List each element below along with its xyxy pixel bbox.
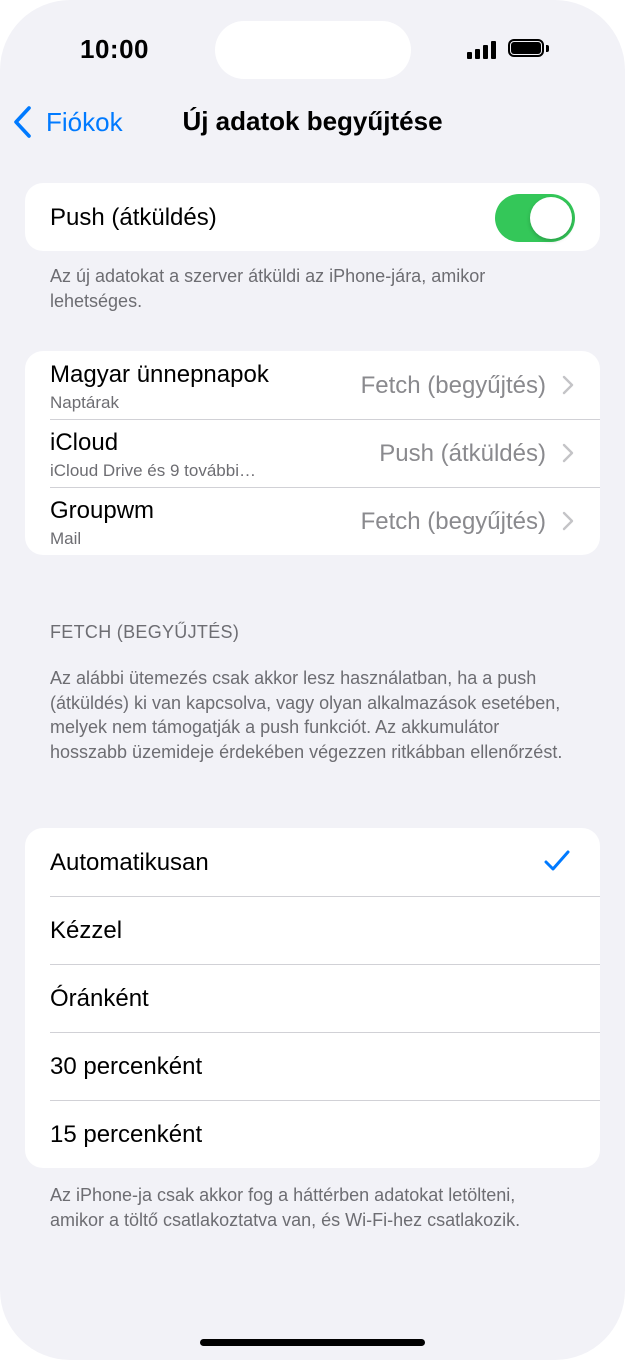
- fetch-option-label: Automatikusan: [50, 849, 209, 876]
- account-fetch-mode: Fetch (begyűjtés): [360, 372, 546, 399]
- fetch-section-header: FETCH (BEGYŰJTÉS): [50, 622, 240, 642]
- account-fetch-mode: Fetch (begyűjtés): [360, 508, 546, 535]
- account-title: Groupwm: [50, 497, 155, 524]
- account-row-icloud[interactable]: iCloud iCloud Drive és 9 további… Push (…: [25, 419, 600, 487]
- account-title: Magyar ünnepnapok: [50, 361, 269, 388]
- account-fetch-mode: Push (átküldés): [379, 440, 546, 467]
- fetch-option-label: Óránként: [50, 985, 149, 1012]
- chevron-right-icon: [562, 443, 574, 463]
- account-title: iCloud: [50, 429, 119, 456]
- push-toggle[interactable]: [495, 194, 575, 242]
- push-row: Push (átküldés): [25, 183, 600, 251]
- account-subtitle: Mail: [50, 529, 82, 548]
- chevron-right-icon: [562, 511, 574, 531]
- battery-icon: [508, 39, 552, 59]
- fetch-option-30-percenkent[interactable]: 30 percenként: [25, 1032, 600, 1100]
- fetch-option-label: 30 percenként: [50, 1053, 203, 1080]
- checkmark-icon: [544, 850, 570, 871]
- dynamic-island: [215, 21, 411, 79]
- account-row-magyar-unnepnapok[interactable]: Magyar ünnepnapok Naptárak Fetch (begyűj…: [25, 351, 600, 419]
- toggle-knob: [530, 197, 572, 239]
- push-group: Push (átküldés): [25, 183, 600, 251]
- fetch-option-orankent[interactable]: Óránként: [25, 964, 600, 1032]
- account-row-groupwm[interactable]: Groupwm Mail Fetch (begyűjtés): [25, 487, 600, 555]
- account-subtitle: iCloud Drive és 9 további…: [50, 461, 256, 480]
- cellular-signal-icon: [467, 41, 499, 59]
- status-time: 10:00: [80, 34, 149, 64]
- home-indicator[interactable]: [200, 1339, 425, 1346]
- fetch-option-label: Kézzel: [50, 917, 123, 944]
- fetch-option-kezzel[interactable]: Kézzel: [25, 896, 600, 964]
- fetch-option-label: 15 percenként: [50, 1121, 203, 1148]
- phone-screen: 10:00 Fiókok Új adatok begyűjtése Push (…: [0, 0, 625, 1360]
- fetch-footnote: Az iPhone-ja csak akkor fog a háttérben …: [50, 1185, 521, 1230]
- page-title: Új adatok begyűjtése: [182, 106, 443, 136]
- accounts-group: Magyar ünnepnapok Naptárak Fetch (begyűj…: [25, 351, 600, 555]
- chevron-right-icon: [562, 375, 574, 395]
- push-footnote: Az új adatokat a szerver átküldi az iPho…: [50, 266, 486, 311]
- account-subtitle: Naptárak: [50, 393, 119, 412]
- push-label: Push (átküldés): [50, 204, 217, 231]
- fetch-option-15-percenkent[interactable]: 15 percenként: [25, 1100, 600, 1168]
- fetch-description: Az alábbi ütemezés csak akkor lesz haszn…: [50, 668, 563, 762]
- fetch-option-automatikusan[interactable]: Automatikusan: [25, 828, 600, 896]
- fetch-schedule-group: Automatikusan Kézzel Óránként 30 percenk…: [25, 828, 600, 1168]
